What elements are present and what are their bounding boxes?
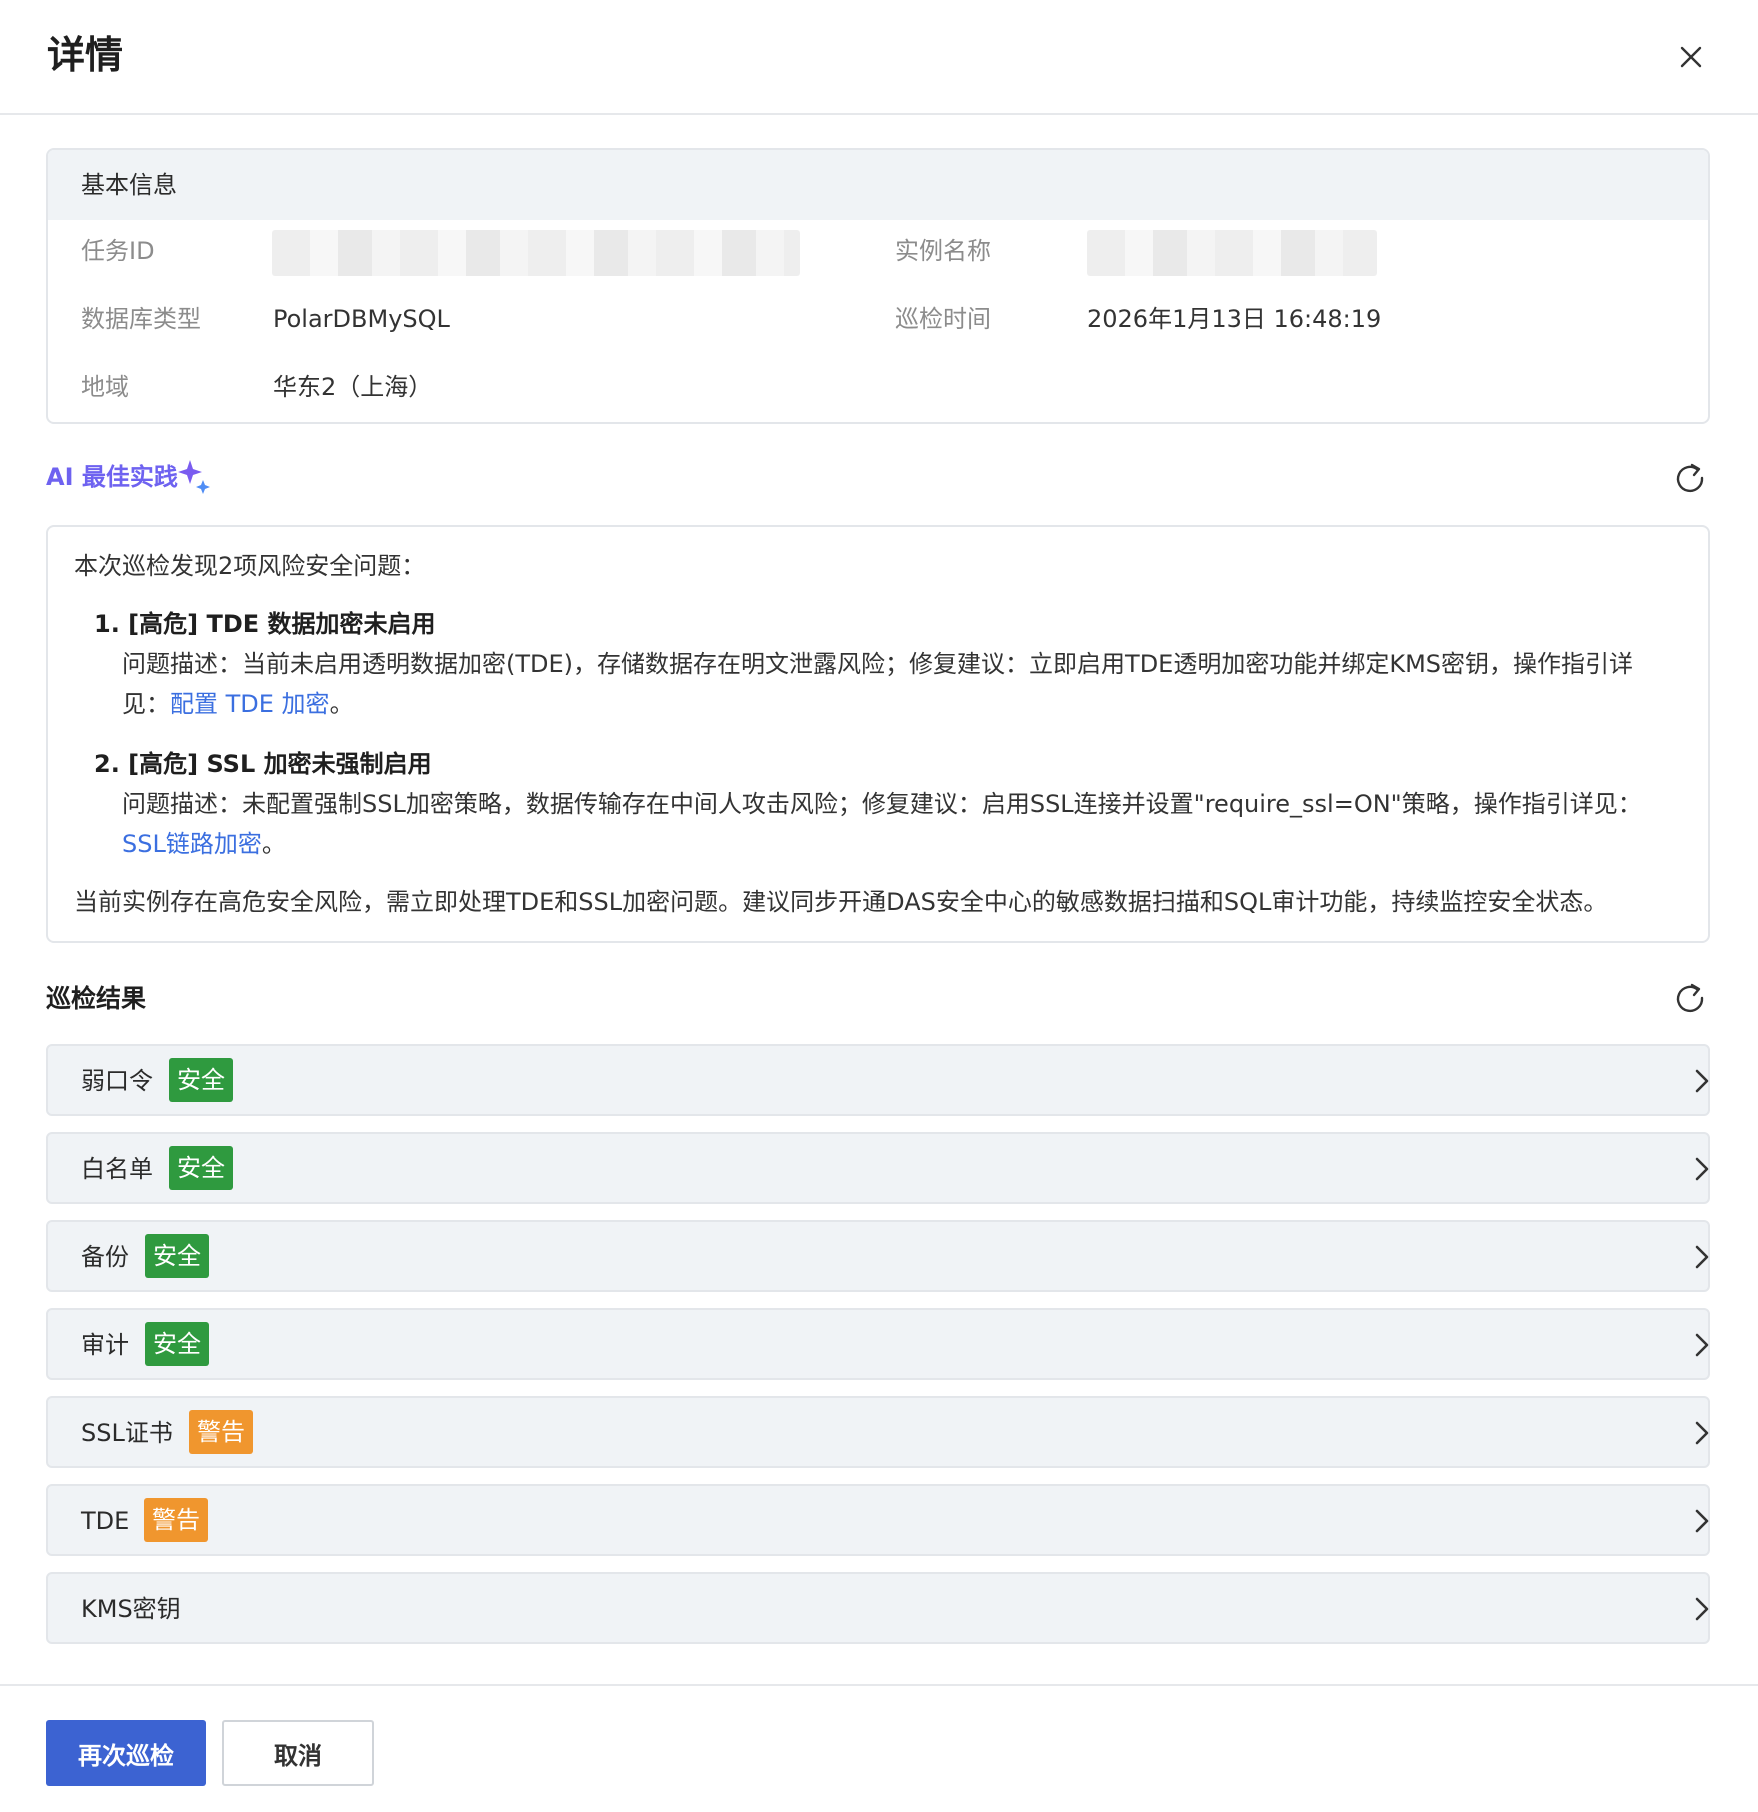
issue-1-suffix: 。	[329, 690, 354, 718]
chevron-right-icon	[1695, 1069, 1709, 1093]
status-badge-warning: 警告	[189, 1410, 253, 1454]
issue-1-title: 1. [高危] TDE 数据加密未启用	[94, 610, 436, 638]
status-badge-safe: 安全	[169, 1058, 233, 1102]
basic-info-header: 基本信息	[48, 150, 1708, 220]
instance-name-value-redacted	[1087, 230, 1377, 276]
task-id-label: 任务ID	[81, 237, 155, 265]
issue-2-title: 2. [高危] SSL 加密未强制启用	[94, 750, 432, 778]
chevron-right-icon	[1695, 1245, 1709, 1269]
result-label: 备份	[81, 1243, 129, 1271]
inspection-results-title: 巡检结果	[46, 984, 147, 1013]
sparkle-icon	[178, 460, 210, 494]
instance-name-label: 实例名称	[895, 237, 991, 265]
result-row-kms-key[interactable]: KMS密钥	[46, 1572, 1710, 1644]
result-label: TDE	[81, 1507, 130, 1535]
db-type-label: 数据库类型	[81, 305, 201, 333]
result-row-ssl-certificate[interactable]: SSL证书 警告	[46, 1396, 1710, 1468]
dialog-header: 详情	[0, 0, 1758, 115]
region-value: 华东2（上海）	[273, 373, 433, 401]
inspect-time-value: 2026年1月13日 16:48:19	[1087, 305, 1382, 333]
chevron-right-icon	[1695, 1157, 1709, 1181]
result-label: 白名单	[81, 1155, 153, 1183]
basic-info-card: 基本信息 任务ID 实例名称 数据库类型 PolarDBMySQL 巡检时间 2…	[46, 148, 1710, 424]
issue-2-description-cont: SSL链路加密。	[122, 827, 286, 861]
reinspect-button[interactable]: 再次巡检	[46, 1720, 206, 1786]
inspect-time-label: 巡检时间	[895, 305, 991, 333]
chevron-right-icon	[1695, 1333, 1709, 1357]
chevron-right-icon	[1695, 1597, 1709, 1621]
configure-tde-link[interactable]: 配置 TDE 加密	[170, 690, 330, 718]
result-row-backup[interactable]: 备份 安全	[46, 1220, 1710, 1292]
cancel-button[interactable]: 取消	[222, 1720, 374, 1786]
issue-1-see-prefix: 见：	[122, 690, 170, 718]
issue-1-description: 问题描述：当前未启用透明数据加密(TDE)，存储数据存在明文泄露风险；修复建议：…	[122, 650, 1634, 678]
status-badge-safe: 安全	[145, 1322, 209, 1366]
db-type-value: PolarDBMySQL	[273, 305, 450, 333]
ai-best-practice-title: AI 最佳实践	[46, 463, 178, 491]
issue-2-suffix: 。	[261, 830, 286, 858]
result-row-weak-password[interactable]: 弱口令 安全	[46, 1044, 1710, 1116]
ai-intro-text: 本次巡检发现2项风险安全问题：	[74, 552, 426, 580]
status-badge-warning: 警告	[144, 1498, 208, 1542]
result-row-whitelist[interactable]: 白名单 安全	[46, 1132, 1710, 1204]
chevron-right-icon	[1695, 1421, 1709, 1445]
result-row-tde[interactable]: TDE 警告	[46, 1484, 1710, 1556]
status-badge-safe: 安全	[145, 1234, 209, 1278]
ai-best-practice-card: 本次巡检发现2项风险安全问题： 1. [高危] TDE 数据加密未启用 问题描述…	[46, 525, 1710, 943]
close-icon[interactable]	[1672, 38, 1710, 76]
issue-1-description-cont: 见：配置 TDE 加密。	[122, 687, 354, 721]
status-badge-safe: 安全	[169, 1146, 233, 1190]
refresh-icon[interactable]	[1673, 981, 1707, 1015]
result-label: SSL证书	[81, 1419, 173, 1447]
ai-summary-text: 当前实例存在高危安全风险，需立即处理TDE和SSL加密问题。建议同步开通DAS安…	[74, 888, 1608, 916]
result-label: KMS密钥	[81, 1595, 181, 1623]
dialog-title: 详情	[47, 33, 124, 77]
result-label: 审计	[81, 1331, 129, 1359]
result-row-audit[interactable]: 审计 安全	[46, 1308, 1710, 1380]
refresh-icon[interactable]	[1673, 461, 1707, 495]
task-id-value-redacted	[272, 230, 800, 276]
result-label: 弱口令	[81, 1067, 153, 1095]
ssl-encryption-link[interactable]: SSL链路加密	[122, 830, 262, 858]
chevron-right-icon	[1695, 1509, 1709, 1533]
region-label: 地域	[81, 373, 129, 401]
issue-2-description: 问题描述：未配置强制SSL加密策略，数据传输存在中间人攻击风险；修复建议：启用S…	[122, 790, 1642, 818]
